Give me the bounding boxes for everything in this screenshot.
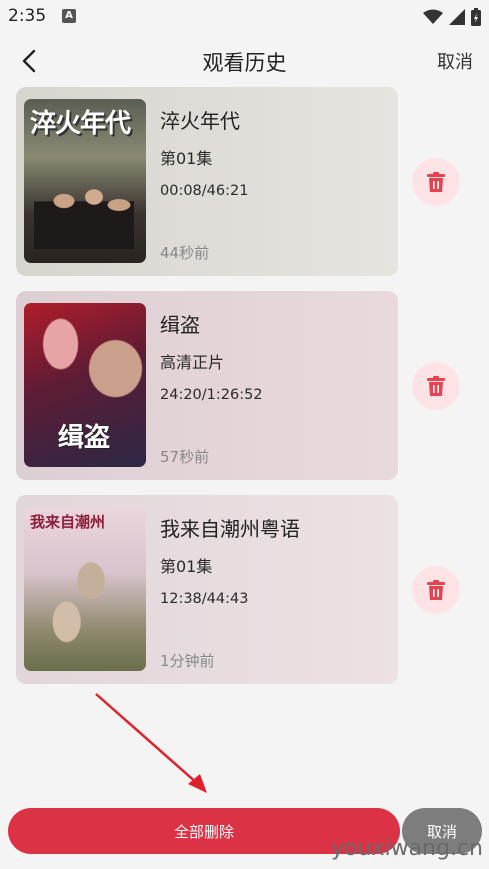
watermark: youxiwang.cn (331, 836, 483, 861)
item-title: 缉盗 (160, 313, 200, 337)
signal-icon (449, 9, 465, 25)
item-progress: 24:20/1:26:52 (160, 387, 263, 403)
delete-item-button[interactable] (412, 566, 460, 614)
status-time: 2:35 (8, 6, 47, 26)
poster-image: 缉盗 (24, 303, 146, 467)
item-watched-time: 57秒前 (160, 448, 210, 466)
poster-title-art: 淬火年代 (30, 109, 131, 139)
wifi-icon (423, 9, 443, 24)
item-episode: 高清正片 (160, 353, 225, 372)
item-watched-time: 1分钟前 (160, 652, 215, 670)
history-item[interactable]: 我来自潮州 我来自潮州粤语 第01集 12:38/44:43 1分钟前 (16, 495, 398, 684)
trash-icon (427, 172, 445, 192)
item-watched-time: 44秒前 (160, 244, 210, 262)
app-header: 观看历史 取消 (0, 38, 489, 82)
header-cancel-button[interactable]: 取消 (437, 48, 473, 74)
item-title: 我来自潮州粤语 (160, 517, 300, 541)
item-progress: 12:38/44:43 (160, 591, 249, 607)
page-title: 观看历史 (202, 51, 287, 75)
annotation-arrow (95, 693, 207, 793)
status-bar: 2:35 A (0, 0, 489, 34)
item-progress: 00:08/46:21 (160, 183, 249, 199)
status-icons (423, 8, 481, 26)
battery-icon (471, 8, 481, 26)
delete-item-button[interactable] (412, 158, 460, 206)
poster-title-art: 缉盗 (58, 423, 111, 453)
poster-title-art: 我来自潮州 (30, 513, 106, 531)
item-title: 淬火年代 (160, 109, 240, 133)
poster-image: 我来自潮州 (24, 507, 146, 671)
trash-icon (427, 580, 445, 600)
history-item[interactable]: 淬火年代 淬火年代 第01集 00:08/46:21 44秒前 (16, 87, 398, 276)
item-episode: 第01集 (160, 149, 213, 168)
history-item[interactable]: 缉盗 缉盗 高清正片 24:20/1:26:52 57秒前 (16, 291, 398, 480)
trash-icon (427, 376, 445, 396)
poster-figures (34, 169, 134, 249)
item-episode: 第01集 (160, 557, 213, 576)
notification-icon: A (62, 9, 76, 23)
poster-image: 淬火年代 (24, 99, 146, 263)
delete-item-button[interactable] (412, 362, 460, 410)
